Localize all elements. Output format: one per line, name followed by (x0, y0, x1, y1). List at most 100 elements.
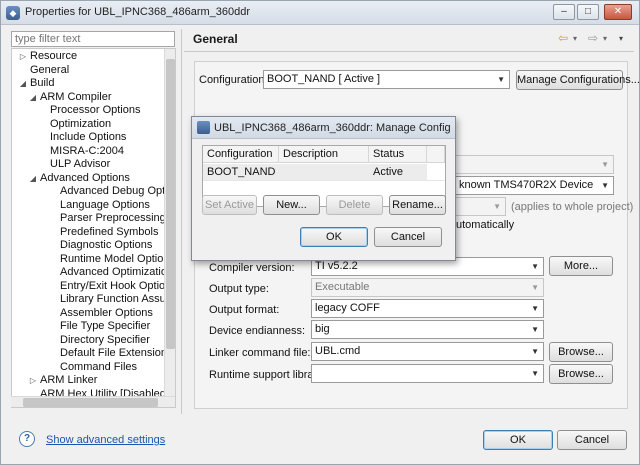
browse-linker-button[interactable]: Browse... (549, 342, 613, 362)
help-icon[interactable]: ? (19, 431, 35, 447)
tree-item-label: Predefined Symbols (60, 225, 159, 238)
dropdown-arrow-icon: ▼ (497, 75, 505, 84)
runtime-support-library-label: Runtime support library: (209, 369, 326, 381)
window-title: Properties for UBL_IPNC368_486arm_360ddr (25, 6, 251, 18)
page-title-separator (184, 51, 634, 52)
expand-arrow-icon[interactable]: ▷ (28, 374, 38, 387)
compiler-version-value: TI v5.2.2 (315, 260, 358, 272)
dropdown-arrow-icon: ▼ (531, 369, 539, 378)
tree-item-label: Advanced Options (40, 171, 130, 184)
dropdown-arrow-icon: ▼ (601, 181, 609, 190)
tree-item-label: MISRA-C:2004 (50, 144, 124, 157)
tree-item-label: Language Options (60, 198, 150, 211)
dropdown-arrow-icon: ▼ (531, 325, 539, 334)
delete-button[interactable]: Delete (326, 195, 383, 215)
tree-item-label: Command Files (60, 360, 138, 373)
dropdown-arrow-icon: ▼ (601, 160, 609, 169)
tree-item-label: Include Options (50, 131, 127, 143)
column-header-filler (427, 146, 445, 163)
tree-item-label: ULP Advisor (50, 158, 111, 170)
tree-item-label: General (30, 63, 70, 76)
collapse-arrow-icon[interactable]: ◢ (28, 172, 38, 185)
variant-select[interactable]: ▼ (456, 155, 614, 174)
title-bar[interactable]: ◆ Properties for UBL_IPNC368_486arm_360d… (1, 1, 639, 25)
table-cell-status[interactable]: Active (369, 164, 427, 180)
back-menu-chevron-icon[interactable]: ▾ (573, 34, 577, 43)
row-divider (203, 180, 445, 181)
filter-input[interactable] (11, 31, 175, 47)
show-advanced-settings-link[interactable]: Show advanced settings (46, 434, 165, 446)
runtime-support-library-combo[interactable]: ▼ (311, 364, 544, 383)
linker-command-file-combo[interactable]: UBL.cmd ▼ (311, 342, 544, 361)
forward-arrow-icon[interactable]: ⇨ (588, 31, 598, 45)
output-type-select[interactable]: Executable ▼ (311, 278, 544, 297)
cancel-button[interactable]: Cancel (557, 430, 627, 450)
tree-item-label: Diagnostic Options (60, 239, 153, 251)
compiler-version-label: Compiler version: (209, 262, 295, 274)
tree-item-label: File Type Specifier (60, 320, 151, 332)
dropdown-arrow-icon: ▼ (531, 347, 539, 356)
table-cell-description[interactable] (279, 164, 369, 180)
minimize-button[interactable]: – (553, 4, 575, 20)
tree-item-label: Resource (30, 50, 78, 62)
browse-library-button[interactable]: Browse... (549, 364, 613, 384)
output-format-value: legacy COFF (315, 302, 380, 314)
column-header-description[interactable]: Description (279, 146, 369, 163)
dropdown-arrow-icon: ▼ (493, 202, 501, 211)
panel-divider[interactable] (181, 29, 182, 414)
manage-configurations-button[interactable]: Manage Configurations... (516, 70, 640, 90)
rename-button[interactable]: Rename... (389, 195, 446, 215)
manage-configurations-dialog: UBL_IPNC368_486arm_360ddr: Manage Config… (191, 116, 456, 261)
view-menu-icon[interactable]: ▾ (619, 34, 623, 43)
tree-item-label: Directory Specifier (60, 333, 150, 346)
forward-menu-chevron-icon[interactable]: ▾ (603, 34, 607, 43)
collapse-arrow-icon[interactable]: ◢ (18, 77, 28, 90)
tree-item-label: Assembler Options (60, 306, 153, 319)
output-type-value: Executable (315, 281, 370, 293)
connection-select[interactable]: ▼ (456, 197, 506, 216)
tree-item-label: Library Function Assu (60, 293, 166, 305)
new-button[interactable]: New... (263, 195, 320, 215)
output-type-label: Output type: (209, 283, 269, 295)
tree-vertical-scrollbar[interactable] (164, 49, 175, 396)
device-value: known TMS470R2X Device (459, 179, 594, 191)
linker-command-file-value: UBL.cmd (315, 345, 361, 357)
output-format-label: Output format: (209, 304, 280, 316)
tree-item-label: Default File Extension (60, 347, 167, 359)
maximize-button[interactable]: □ (577, 4, 599, 20)
back-arrow-icon[interactable]: ⇦ (558, 31, 568, 45)
auto-option-text: utomatically (456, 219, 515, 231)
app-icon: ◆ (6, 6, 20, 20)
ok-button[interactable]: OK (483, 430, 553, 450)
device-select[interactable]: known TMS470R2X Device ▼ (456, 176, 614, 195)
output-format-select[interactable]: legacy COFF ▼ (311, 299, 544, 318)
property-tree[interactable]: ▷ Resource General ◢ Build ◢ ARM Compiler Proce… (11, 48, 176, 408)
device-endianness-select[interactable]: big ▼ (311, 320, 544, 339)
set-active-button[interactable]: Set Active (202, 195, 257, 215)
dropdown-arrow-icon: ▼ (531, 283, 539, 292)
more-button[interactable]: More... (549, 256, 613, 276)
scroll-thumb[interactable] (23, 398, 158, 407)
configuration-value: BOOT_NAND [ Active ] (267, 73, 381, 85)
configuration-select[interactable]: BOOT_NAND [ Active ] ▼ (263, 70, 510, 89)
dialog-ok-button[interactable]: OK (300, 227, 368, 247)
column-header-status[interactable]: Status (369, 146, 427, 163)
expand-arrow-icon[interactable]: ▷ (18, 50, 28, 63)
linker-command-file-label: Linker command file: (209, 347, 311, 359)
tree-item-label: Build (30, 77, 55, 89)
configuration-label: Configuration: (199, 74, 268, 86)
column-header-configuration[interactable]: Configuration (203, 146, 279, 163)
collapse-arrow-icon[interactable]: ◢ (28, 91, 38, 104)
dialog-title-bar[interactable]: UBL_IPNC368_486arm_360ddr: Manage Config… (192, 117, 455, 139)
dialog-title: UBL_IPNC368_486arm_360ddr: Manage Config… (214, 122, 450, 134)
table-row[interactable]: BOOT_NAND (203, 164, 279, 180)
scroll-thumb[interactable] (166, 59, 175, 349)
dialog-cancel-button[interactable]: Cancel (374, 227, 442, 247)
tree-item-label: ARM Compiler (40, 90, 112, 103)
tree-item-label: Parser Preprocessing C (60, 212, 176, 224)
device-endianness-label: Device endianness: (209, 325, 306, 337)
tree-horizontal-scrollbar[interactable] (11, 396, 175, 407)
properties-window: ◆ Properties for UBL_IPNC368_486arm_360d… (0, 0, 640, 465)
close-button[interactable]: ✕ (604, 4, 632, 20)
tree-item-label: Entry/Exit Hook Optio (60, 279, 166, 292)
